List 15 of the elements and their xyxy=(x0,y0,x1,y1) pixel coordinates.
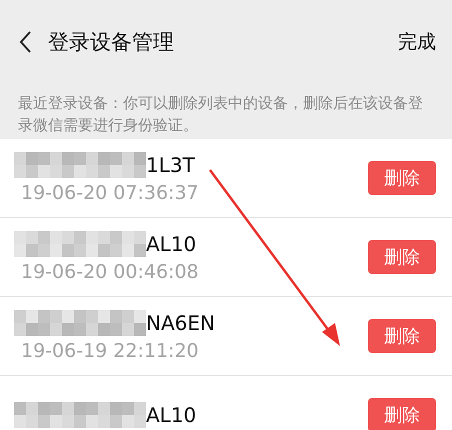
login-time: 19-06-20 00:46:08 xyxy=(20,261,200,283)
delete-button[interactable]: 删除 xyxy=(368,398,436,430)
device-name: 1L3T xyxy=(146,153,195,177)
delete-button[interactable]: 删除 xyxy=(368,161,436,195)
delete-button[interactable]: 删除 xyxy=(368,319,436,353)
login-time: 19-06-20 07:36:37 xyxy=(20,182,200,204)
device-name: AL10 xyxy=(146,403,196,427)
done-button[interactable]: 完成 xyxy=(398,29,436,55)
notice-text: 最近登录设备：你可以删除列表中的设备，删除后在该设备登录微信需要进行身份验证。 xyxy=(17,93,424,136)
page-title: 登录设备管理 xyxy=(48,29,175,56)
login-time: 19-06-19 22:11:20 xyxy=(20,340,200,362)
back-icon[interactable] xyxy=(18,30,32,54)
device-name: NA6EN xyxy=(146,311,215,335)
delete-button[interactable]: 删除 xyxy=(368,240,436,274)
device-name: AL10 xyxy=(146,232,196,256)
